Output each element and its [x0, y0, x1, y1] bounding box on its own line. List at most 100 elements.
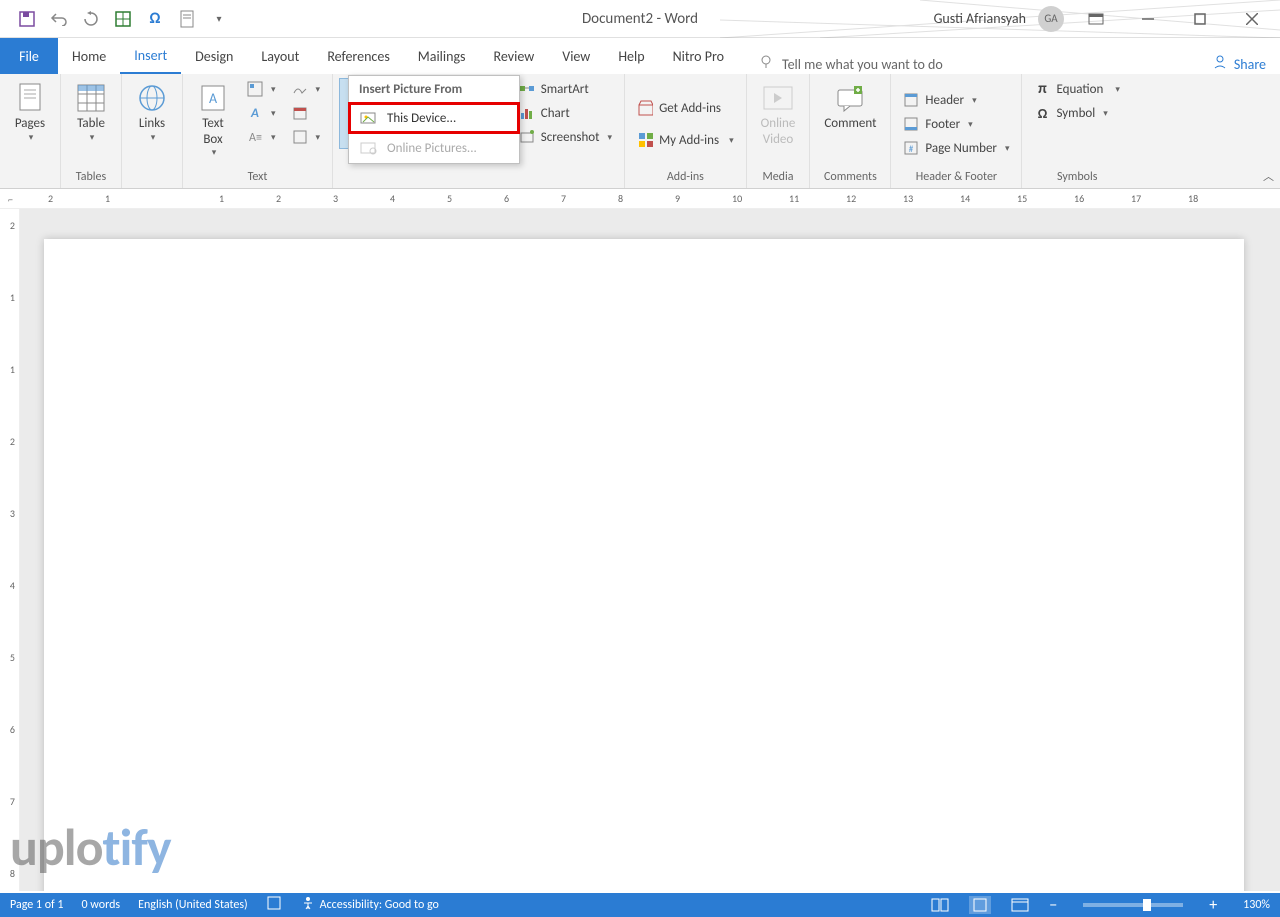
links-button[interactable]: Links ▾	[128, 78, 176, 147]
tab-references[interactable]: References	[313, 38, 403, 74]
object-button[interactable]: ▾	[286, 126, 327, 148]
tab-nitro[interactable]: Nitro Pro	[659, 38, 738, 74]
status-language[interactable]: English (United States)	[138, 898, 248, 912]
minimize-icon[interactable]	[1128, 4, 1168, 34]
ruler-tick: 10	[732, 192, 742, 205]
quickparts-icon	[247, 81, 263, 97]
chevron-down-icon: ▾	[151, 132, 156, 143]
screenshot-icon	[519, 129, 535, 145]
share-button[interactable]: Share	[1212, 54, 1266, 74]
ribbon-display-icon[interactable]	[1076, 4, 1116, 34]
qat-customize-icon[interactable]: ▾	[210, 10, 228, 28]
ruler-tick: 16	[1074, 192, 1084, 205]
view-web-icon[interactable]	[1009, 896, 1031, 914]
dropcap-button[interactable]: A≡▾	[241, 126, 282, 148]
comment-button[interactable]: Comment	[816, 78, 884, 136]
equation-label: Equation	[1056, 82, 1103, 97]
close-icon[interactable]	[1232, 4, 1272, 34]
symbol-button[interactable]: ΩSymbol▾	[1028, 102, 1113, 124]
zoom-thumb[interactable]	[1143, 899, 1151, 911]
zoom-out-icon[interactable]: −	[1049, 896, 1057, 915]
zoom-in-icon[interactable]: +	[1209, 896, 1217, 915]
tab-help[interactable]: Help	[604, 38, 658, 74]
ruler-tick: 4	[390, 192, 395, 205]
watermark-pre: uplo	[10, 815, 103, 879]
pagenumber-label: Page Number	[925, 141, 997, 156]
zoom-level[interactable]: 130%	[1243, 898, 1270, 912]
status-spellcheck-icon[interactable]	[266, 895, 282, 915]
pages-button[interactable]: Pages ▾	[6, 78, 54, 147]
tab-insert[interactable]: Insert	[120, 38, 181, 74]
excel-icon[interactable]	[114, 10, 132, 28]
ruler-tick: 1	[0, 363, 19, 376]
tab-file[interactable]: File	[0, 38, 58, 74]
ruler-tick: 15	[1017, 192, 1027, 205]
tab-layout[interactable]: Layout	[247, 38, 313, 74]
tab-design[interactable]: Design	[181, 38, 247, 74]
table-icon	[75, 82, 107, 114]
tab-review[interactable]: Review	[480, 38, 549, 74]
table-button[interactable]: Table ▾	[67, 78, 115, 147]
group-addins: Get Add-ins My Add-ins ▾ Add-ins	[624, 74, 747, 188]
pagenumber-button[interactable]: #Page Number▾	[897, 137, 1015, 159]
equation-button[interactable]: πEquation ▾	[1028, 78, 1125, 100]
view-read-icon[interactable]	[929, 896, 951, 914]
share-label: Share	[1234, 56, 1266, 73]
chevron-down-icon: ▾	[316, 84, 321, 95]
online-pictures-label: Online Pictures...	[387, 141, 477, 156]
my-addins-button[interactable]: My Add-ins ▾	[631, 129, 740, 151]
user-name[interactable]: Gusti Afriansyah	[934, 10, 1026, 27]
omega-icon[interactable]: Ω	[146, 10, 164, 28]
menu-item-online-pictures: Online Pictures...	[349, 133, 519, 163]
ruler-tick: 3	[333, 192, 338, 205]
header-button[interactable]: Header▾	[897, 89, 982, 111]
chart-button[interactable]: Chart	[513, 102, 618, 124]
redo-icon[interactable]	[82, 10, 100, 28]
chevron-down-icon: ▾	[972, 95, 977, 106]
ruler-tick: 4	[0, 579, 19, 592]
quickparts-button[interactable]: ▾	[241, 78, 282, 100]
svg-text:#: #	[909, 144, 914, 155]
online-video-button[interactable]: Online Video	[753, 78, 804, 151]
screenshot-button[interactable]: Screenshot▾	[513, 126, 618, 148]
wordart-button[interactable]: A▾	[241, 102, 282, 124]
page-icon[interactable]	[178, 10, 196, 28]
chevron-down-icon: ▾	[316, 132, 321, 143]
status-page[interactable]: Page 1 of 1	[10, 898, 64, 912]
ruler-vertical[interactable]: 2112345678	[0, 209, 20, 891]
ruler-tick: 7	[561, 192, 566, 205]
collapse-ribbon-icon[interactable]: ︿	[1263, 168, 1274, 184]
textbox-button[interactable]: A Text Box ▾	[189, 78, 237, 162]
ribbon: Pages ▾ Table ▾ Tables Links ▾	[0, 74, 1280, 189]
menu-item-this-device[interactable]: This Device...	[349, 103, 519, 133]
avatar[interactable]: GA	[1038, 6, 1064, 32]
ruler-tick: 11	[789, 192, 799, 205]
save-icon[interactable]	[18, 10, 36, 28]
status-words[interactable]: 0 words	[82, 898, 121, 912]
tell-me-search[interactable]: Tell me what you want to do	[758, 54, 943, 74]
datetime-button[interactable]	[286, 102, 327, 124]
ruler-horizontal[interactable]: ⌐ 21123456789101112131415161718	[0, 189, 1280, 209]
status-accessibility[interactable]: Accessibility: Good to go	[300, 895, 439, 915]
tab-view[interactable]: View	[548, 38, 604, 74]
zoom-slider[interactable]	[1083, 903, 1183, 907]
tab-home[interactable]: Home	[58, 38, 120, 74]
ruler-tick: 1	[219, 192, 224, 205]
tab-mailings[interactable]: Mailings	[404, 38, 480, 74]
view-print-icon[interactable]	[969, 896, 991, 914]
smartart-button[interactable]: SmartArt	[513, 78, 618, 100]
ruler-tick: 14	[960, 192, 970, 205]
undo-icon[interactable]	[50, 10, 68, 28]
document-page[interactable]	[44, 239, 1244, 891]
get-addins-button[interactable]: Get Add-ins	[631, 97, 727, 119]
footer-button[interactable]: Footer▾	[897, 113, 978, 135]
my-addins-label: My Add-ins	[659, 133, 719, 148]
maximize-icon[interactable]	[1180, 4, 1220, 34]
document-title: Document2 - Word	[582, 10, 698, 28]
datetime-icon	[292, 105, 308, 121]
group-media: Online Video Media	[747, 74, 811, 188]
ruler-tick: 1	[105, 192, 110, 205]
signature-button[interactable]: ▾	[286, 78, 327, 100]
myaddins-icon	[637, 132, 653, 148]
footer-label: Footer	[925, 117, 960, 132]
